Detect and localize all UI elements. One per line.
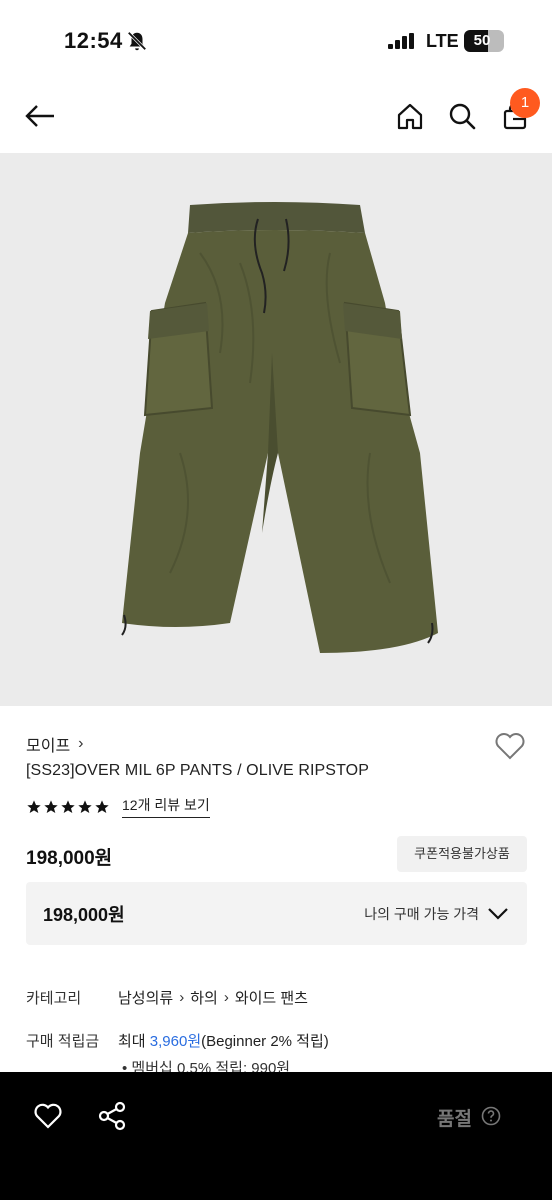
battery-level: 50 [473,32,491,49]
status-time: 12:54 [64,28,123,53]
share-icon[interactable] [96,1100,128,1132]
chevron-right-icon: › [78,735,84,752]
product-price: 198,000원 [26,848,113,869]
bottom-action-bar: 품절 [0,1072,552,1200]
wishlist-heart-icon[interactable] [494,730,526,762]
category-breadcrumb: 남성의류 › 하의 › 와이드 팬츠 [118,987,308,1008]
search-icon [449,103,476,130]
product-image[interactable] [0,153,552,706]
home-icon [397,103,423,130]
brand-link[interactable]: 모이프 › [26,732,84,756]
help-icon[interactable] [481,1106,501,1126]
chevron-right-icon: › [179,989,185,1006]
star-icon [27,799,41,813]
rating-row: 12개 리뷰 보기 [26,795,210,818]
points-row: 구매 적립금 최대 3,960원(Beginner 2% 적립) [26,1030,329,1051]
bell-off-icon [127,31,147,51]
review-link[interactable]: 12개 리뷰 보기 [122,795,210,818]
category-item[interactable]: 하의 [190,987,218,1008]
cart-count-badge: 1 [510,88,540,118]
back-button[interactable] [20,96,60,136]
chevron-right-icon: › [223,989,229,1006]
my-price-dropdown[interactable]: 198,000원 나의 구매 가능 가격 [26,882,527,945]
my-price-value: 198,000원 [43,905,125,925]
points-suffix: (Beginner 2% 적립) [201,1033,329,1050]
pants-illustration [121,202,438,653]
star-icon [61,799,75,813]
chevron-down-icon [488,908,508,920]
points-prefix: 최대 [118,1033,146,1050]
rating-stars [26,799,110,815]
arrow-left-icon [25,105,54,127]
network-label: LTE [426,31,459,51]
signal-icon [388,33,414,49]
app-header [0,80,552,152]
category-item[interactable]: 남성의류 [118,987,173,1008]
coupon-badge: 쿠폰적용불가상품 [397,836,527,872]
soldout-label: 품절 [437,1109,472,1130]
category-label: 카테고리 [26,990,82,1007]
heart-icon[interactable] [32,1100,64,1132]
star-icon [78,799,92,813]
brand-name: 모이프 [26,738,71,755]
star-icon [95,799,109,813]
star-icon [44,799,58,813]
my-price-label: 나의 구매 가능 가격 [364,906,479,922]
product-title: [SS23]OVER MIL 6P PANTS / OLIVE RIPSTOP [26,762,369,779]
search-button[interactable] [442,96,482,136]
category-row: 카테고리 남성의류 › 하의 › 와이드 팬츠 [26,987,308,1008]
home-button[interactable] [390,96,430,136]
category-item[interactable]: 와이드 팬츠 [235,987,308,1008]
status-bar: 12:54 LTE 50 [0,0,552,80]
points-value: 3,960원 [149,1033,202,1050]
points-label: 구매 적립금 [26,1033,100,1050]
battery-icon: 50 [464,30,504,52]
